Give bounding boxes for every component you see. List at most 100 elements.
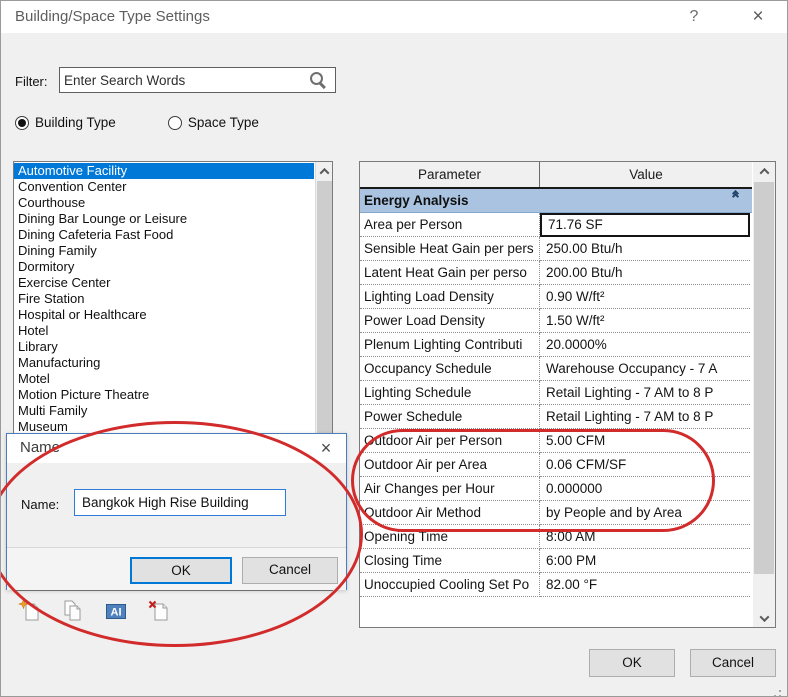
- parameter-value-cell[interactable]: 0.06 CFM/SF: [540, 453, 750, 477]
- building-type-items: Automotive Facility Convention Center Co…: [14, 163, 314, 435]
- new-type-icon[interactable]: [17, 597, 43, 624]
- parameter-value-cell[interactable]: 6:00 PM: [540, 549, 750, 573]
- parameter-name-cell: Occupancy Schedule: [360, 357, 540, 381]
- list-item[interactable]: Motion Picture Theatre: [14, 387, 314, 403]
- parameter-name-cell: Power Load Density: [360, 309, 540, 333]
- list-item[interactable]: Fire Station: [14, 291, 314, 307]
- list-item[interactable]: Exercise Center: [14, 275, 314, 291]
- ok-button[interactable]: OK: [589, 649, 675, 677]
- parameter-value-cell[interactable]: Retail Lighting - 7 AM to 8 P: [540, 405, 750, 429]
- type-radio-option[interactable]: Building Type: [15, 115, 116, 130]
- table-scrollbar-thumb[interactable]: [754, 182, 774, 574]
- table-row[interactable]: Opening Time 8:00 AM: [360, 525, 752, 549]
- parameter-name-cell: Sensible Heat Gain per pers: [360, 237, 540, 261]
- close-icon[interactable]: ×: [314, 436, 338, 460]
- resize-grip[interactable]: [769, 690, 771, 692]
- type-toolbar: AI: [17, 597, 172, 624]
- list-item[interactable]: Library: [14, 339, 314, 355]
- list-item[interactable]: Automotive Facility: [14, 163, 314, 179]
- list-item[interactable]: Hospital or Healthcare: [14, 307, 314, 323]
- list-item[interactable]: Dormitory: [14, 259, 314, 275]
- parameter-table: Parameter Value Energy Analysis Area per…: [359, 161, 776, 628]
- table-row[interactable]: Outdoor Air Method by People and by Area: [360, 501, 752, 525]
- group-header-energy-analysis[interactable]: Energy Analysis: [360, 189, 752, 213]
- scroll-up-icon[interactable]: [316, 162, 332, 180]
- parameter-name-cell: Power Schedule: [360, 405, 540, 429]
- close-icon[interactable]: ×: [743, 5, 773, 29]
- radio-circle-icon[interactable]: [167, 115, 182, 130]
- list-item[interactable]: Convention Center: [14, 179, 314, 195]
- parameter-value-cell[interactable]: 8:00 AM: [540, 525, 750, 549]
- table-row[interactable]: Closing Time 6:00 PM: [360, 549, 752, 573]
- name-field-label: Name:: [21, 497, 60, 512]
- type-radio-group: Building Type Space Type: [15, 115, 259, 130]
- table-row[interactable]: Air Changes per Hour 0.000000: [360, 477, 752, 501]
- parameter-value-cell[interactable]: 250.00 Btu/h: [540, 237, 750, 261]
- list-item[interactable]: Courthouse: [14, 195, 314, 211]
- scroll-up-icon[interactable]: [753, 162, 775, 180]
- table-scrollbar[interactable]: [753, 162, 775, 627]
- table-row[interactable]: Unoccupied Cooling Set Po 82.00 °F: [360, 573, 752, 597]
- name-dialog: Name × Name: OK Cancel: [6, 433, 347, 590]
- search-icon[interactable]: [310, 72, 327, 89]
- parameter-value-cell[interactable]: by People and by Area: [540, 501, 750, 525]
- parameter-name-cell: Air Changes per Hour: [360, 477, 540, 501]
- parameter-value-cell[interactable]: 20.0000%: [540, 333, 750, 357]
- table-row[interactable]: Power Load Density 1.50 W/ft²: [360, 309, 752, 333]
- table-row[interactable]: Sensible Heat Gain per pers 250.00 Btu/h: [360, 237, 752, 261]
- search-input[interactable]: [64, 69, 304, 91]
- table-row[interactable]: Outdoor Air per Person 5.00 CFM: [360, 429, 752, 453]
- parameter-value-cell[interactable]: 1.50 W/ft²: [540, 309, 750, 333]
- parameter-value-cell[interactable]: 0.000000: [540, 477, 750, 501]
- column-header-value[interactable]: Value: [540, 162, 752, 187]
- list-item[interactable]: Motel: [14, 371, 314, 387]
- duplicate-type-icon[interactable]: [60, 597, 86, 624]
- parameter-value-cell[interactable]: Warehouse Occupancy - 7 A: [540, 357, 750, 381]
- name-input[interactable]: [74, 489, 286, 516]
- parameter-value-cell[interactable]: 5.00 CFM: [540, 429, 750, 453]
- table-row[interactable]: Lighting Schedule Retail Lighting - 7 AM…: [360, 381, 752, 405]
- radio-circle-icon[interactable]: [15, 115, 29, 130]
- rename-type-icon[interactable]: AI: [103, 597, 129, 624]
- help-icon[interactable]: ?: [679, 5, 709, 29]
- delete-type-icon[interactable]: [146, 597, 172, 624]
- radio-label: Building Type: [35, 115, 116, 130]
- parameter-name-cell: Plenum Lighting Contributi: [360, 333, 540, 357]
- type-radio-option[interactable]: Space Type: [167, 115, 259, 130]
- cancel-button[interactable]: Cancel: [690, 649, 776, 677]
- name-dialog-title: Name: [20, 439, 61, 456]
- parameter-value-cell[interactable]: 71.76 SF: [540, 213, 750, 237]
- parameter-name-cell: Outdoor Air per Person: [360, 429, 540, 453]
- parameter-name-cell: Closing Time: [360, 549, 540, 573]
- list-item[interactable]: Manufacturing: [14, 355, 314, 371]
- parameter-name-cell: Lighting Schedule: [360, 381, 540, 405]
- table-rows: Area per Person 71.76 SF Sensible Heat G…: [360, 213, 752, 597]
- table-row[interactable]: Power Schedule Retail Lighting - 7 AM to…: [360, 405, 752, 429]
- parameter-value-cell[interactable]: 200.00 Btu/h: [540, 261, 750, 285]
- parameter-name-cell: Lighting Load Density: [360, 285, 540, 309]
- list-item[interactable]: Dining Family: [14, 243, 314, 259]
- parameter-value-cell[interactable]: 0.90 W/ft²: [540, 285, 750, 309]
- parameter-name-cell: Outdoor Air Method: [360, 501, 540, 525]
- scroll-down-icon[interactable]: [753, 609, 775, 627]
- parameter-value-cell[interactable]: 82.00 °F: [540, 573, 750, 597]
- list-item[interactable]: Multi Family: [14, 403, 314, 419]
- parameter-value-cell[interactable]: Retail Lighting - 7 AM to 8 P: [540, 381, 750, 405]
- name-cancel-button[interactable]: Cancel: [242, 557, 338, 584]
- filter-search-box: [59, 67, 336, 93]
- dialog-title: Building/Space Type Settings: [15, 8, 210, 25]
- name-ok-button[interactable]: OK: [130, 557, 232, 584]
- list-item[interactable]: Dining Cafeteria Fast Food: [14, 227, 314, 243]
- table-row[interactable]: Outdoor Air per Area 0.06 CFM/SF: [360, 453, 752, 477]
- table-row[interactable]: Lighting Load Density 0.90 W/ft²: [360, 285, 752, 309]
- parameter-name-cell: Unoccupied Cooling Set Po: [360, 573, 540, 597]
- table-row[interactable]: Plenum Lighting Contributi 20.0000%: [360, 333, 752, 357]
- table-row[interactable]: Area per Person 71.76 SF: [360, 213, 752, 237]
- table-row[interactable]: Occupancy Schedule Warehouse Occupancy -…: [360, 357, 752, 381]
- column-header-parameter[interactable]: Parameter: [360, 162, 540, 187]
- table-header: Parameter Value: [360, 162, 752, 189]
- list-item[interactable]: Dining Bar Lounge or Leisure: [14, 211, 314, 227]
- list-item[interactable]: Hotel: [14, 323, 314, 339]
- collapse-icon[interactable]: [731, 189, 740, 201]
- table-row[interactable]: Latent Heat Gain per perso 200.00 Btu/h: [360, 261, 752, 285]
